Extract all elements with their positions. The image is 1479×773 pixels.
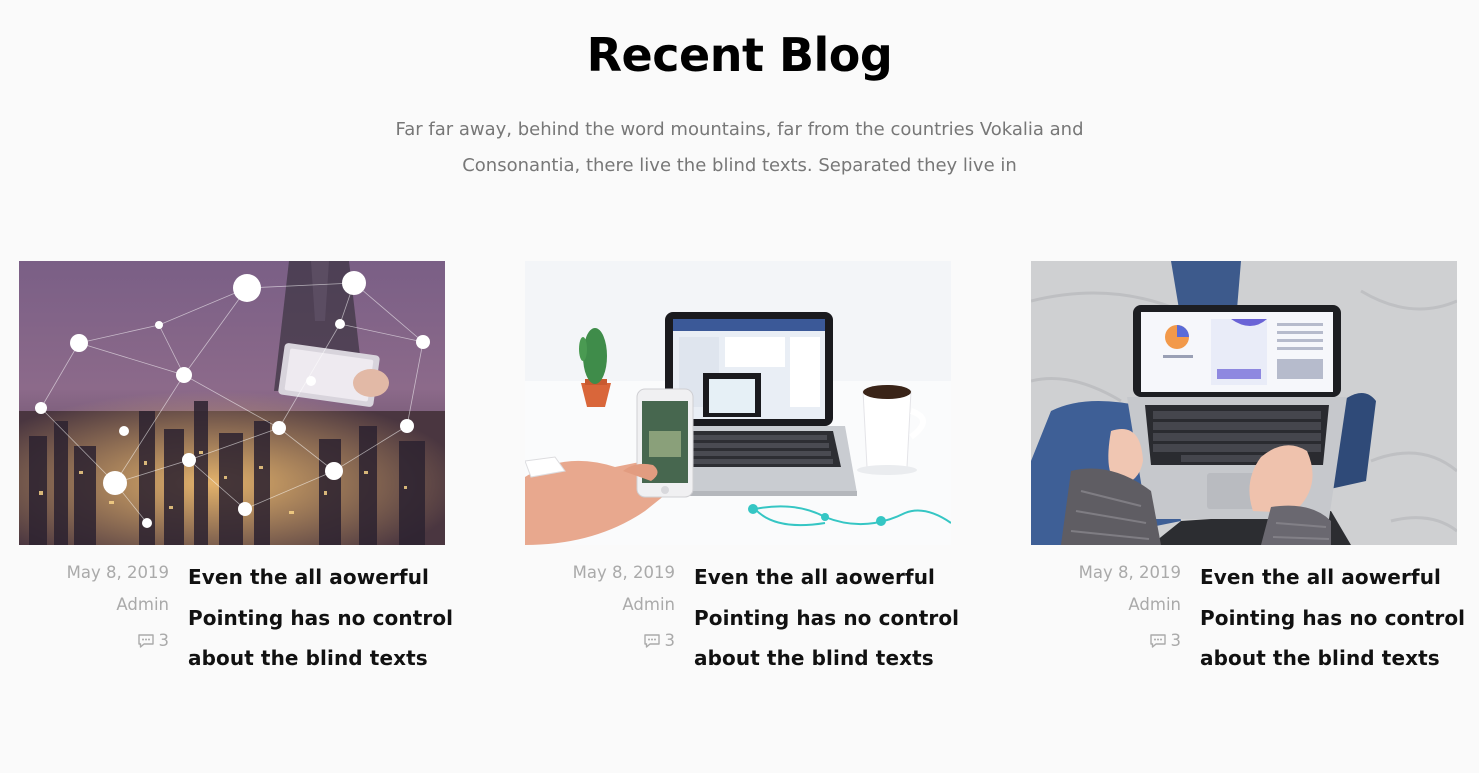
section-title: Recent Blog — [586, 28, 893, 82]
post-title-link[interactable]: Even the all aowerful Pointing has no co… — [188, 565, 453, 670]
city-network-tablet-image — [19, 261, 445, 545]
post-meta: May 8, 2019 Admin 3 — [1031, 561, 1181, 657]
comments-link[interactable]: 3 — [643, 629, 676, 653]
blog-card: May 8, 2019 Admin 3 Even the all aowerfu… — [525, 261, 959, 670]
comment-count: 3 — [1170, 631, 1182, 650]
blog-image-link[interactable] — [525, 261, 951, 545]
post-date[interactable]: May 8, 2019 — [1079, 563, 1181, 582]
comments-link[interactable]: 3 — [1149, 629, 1182, 653]
post-author[interactable]: Admin — [116, 595, 169, 614]
post-author[interactable]: Admin — [622, 595, 675, 614]
post-title-link[interactable]: Even the all aowerful Pointing has no co… — [1200, 565, 1465, 670]
laptop-on-lap-image — [1031, 261, 1457, 545]
post-meta: May 8, 2019 Admin 3 — [525, 561, 675, 657]
chat-bubble-icon — [643, 634, 660, 648]
blog-image-link[interactable] — [1031, 261, 1457, 545]
post-meta: May 8, 2019 Admin 3 — [19, 561, 169, 657]
section-subtitle: Far far away, behind the word mountains,… — [395, 119, 1084, 176]
blog-card: May 8, 2019 Admin 3 Even the all aowerfu… — [19, 261, 453, 670]
post-author[interactable]: Admin — [1128, 595, 1181, 614]
post-date[interactable]: May 8, 2019 — [573, 563, 675, 582]
chat-bubble-icon — [1149, 634, 1166, 648]
chat-bubble-icon — [137, 634, 154, 648]
comment-count: 3 — [158, 631, 170, 650]
laptop-phone-desk-image — [525, 261, 951, 545]
comment-count: 3 — [664, 631, 676, 650]
recent-blog-section: Recent Blog Far far away, behind the wor… — [0, 0, 1479, 773]
comments-link[interactable]: 3 — [137, 629, 170, 653]
blog-card: May 8, 2019 Admin 3 Even the all aowerfu… — [1031, 261, 1465, 670]
post-title-link[interactable]: Even the all aowerful Pointing has no co… — [694, 565, 959, 670]
blog-image-link[interactable] — [19, 261, 445, 545]
post-date[interactable]: May 8, 2019 — [67, 563, 169, 582]
